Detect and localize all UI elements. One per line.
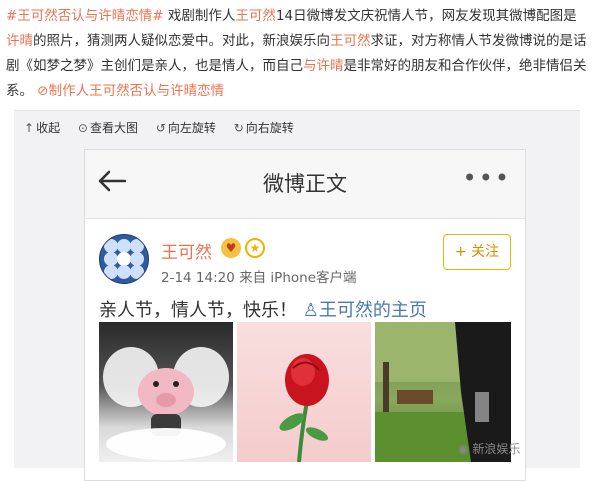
weibo-nav-bar: 微博正文 ••• <box>85 150 525 219</box>
collapse-label: 收起 <box>36 121 61 135</box>
image-toolbar: ↑ 收起 ⊙ 查看大图 ↺ 向左旋转 ↻ 向右旋转 <box>24 119 308 136</box>
follow-button: + 关注 <box>443 234 511 270</box>
hashtag-link[interactable]: #王可然否认与许晴恋情# <box>6 8 164 24</box>
more-icon: ••• <box>462 164 511 192</box>
photo-pig-angel <box>99 322 233 462</box>
rotate-left-icon: ↺ <box>155 121 166 135</box>
article-text-3: 的照片，猜测两人疑似恋爱中。对此，新浪娱乐向 <box>33 33 330 49</box>
vip-badge-icon: ♥ <box>221 238 241 258</box>
user-name: 王可然 <box>161 243 212 263</box>
watermark-text: 新浪娱乐 <box>472 442 521 456</box>
rotate-right-button[interactable]: ↻ 向右旋转 <box>234 121 294 135</box>
related-link[interactable]: ⊘制作人王可然否认与许晴恋情 <box>37 83 224 99</box>
medal-icon: ★ <box>245 238 265 258</box>
view-large-label: 查看大图 <box>89 121 138 135</box>
photo-rose <box>237 322 371 462</box>
name-link-3[interactable]: 王可然 <box>330 33 371 49</box>
rotate-left-button[interactable]: ↺ 向左旋转 <box>156 121 216 135</box>
name-link-2[interactable]: 许晴 <box>6 33 33 49</box>
post-content: 亲人节，情人节，快乐！ ♙王可然的主页 <box>99 296 427 322</box>
article-text-1: 戏剧制作人 <box>167 8 236 24</box>
related-link-label: 制作人王可然否认与许晴恋情 <box>48 83 225 99</box>
rotate-right-label: 向右旋转 <box>245 121 294 135</box>
rotate-left-label: 向左旋转 <box>167 121 216 135</box>
name-link-1[interactable]: 王可然 <box>235 8 276 24</box>
post-time: 2-14 14:20 <box>161 270 235 286</box>
nav-title: 微博正文 <box>263 172 347 196</box>
view-large-button[interactable]: ⊙ 查看大图 <box>78 121 138 135</box>
zoom-icon: ⊙ <box>77 121 88 135</box>
person-icon: ♙ <box>302 300 319 321</box>
article-text-2: 14日微博发文庆祝情人节，网友发现其微博配图是 <box>275 8 577 24</box>
article-text: #王可然否认与许晴恋情# 戏剧制作人王可然14日微博发文庆祝情人节，网友发现其微… <box>6 4 590 104</box>
mention-link: ♙王可然的主页 <box>303 300 427 321</box>
rotate-right-icon: ↻ <box>233 121 244 135</box>
arrow-up-icon: ↑ <box>24 121 35 135</box>
post-text: 亲人节，情人节，快乐！ <box>99 300 297 321</box>
post-meta: 2-14 14:20 来自 iPhone客户端 <box>161 266 357 286</box>
watermark: ◉ 新浪娱乐 <box>458 440 520 457</box>
mention-label: 王可然的主页 <box>318 300 427 321</box>
collapse-button[interactable]: ↑ 收起 <box>24 121 60 135</box>
weibo-screenshot: 微博正文 ••• 王可然 ♥ ★ 2-14 14:20 来自 iPhone客户端… <box>84 149 526 481</box>
name-link-4[interactable]: 与许晴 <box>303 58 344 74</box>
avatar <box>99 234 149 284</box>
link-icon: ⊘ <box>37 83 49 99</box>
image-viewer: ↑ 收起 ⊙ 查看大图 ↺ 向左旋转 ↻ 向右旋转 微博正文 ••• 王可然 ♥ ★ 2… <box>14 110 580 481</box>
post-source: 来自 iPhone客户端 <box>239 270 357 286</box>
sina-logo-icon: ◉ <box>458 442 469 456</box>
